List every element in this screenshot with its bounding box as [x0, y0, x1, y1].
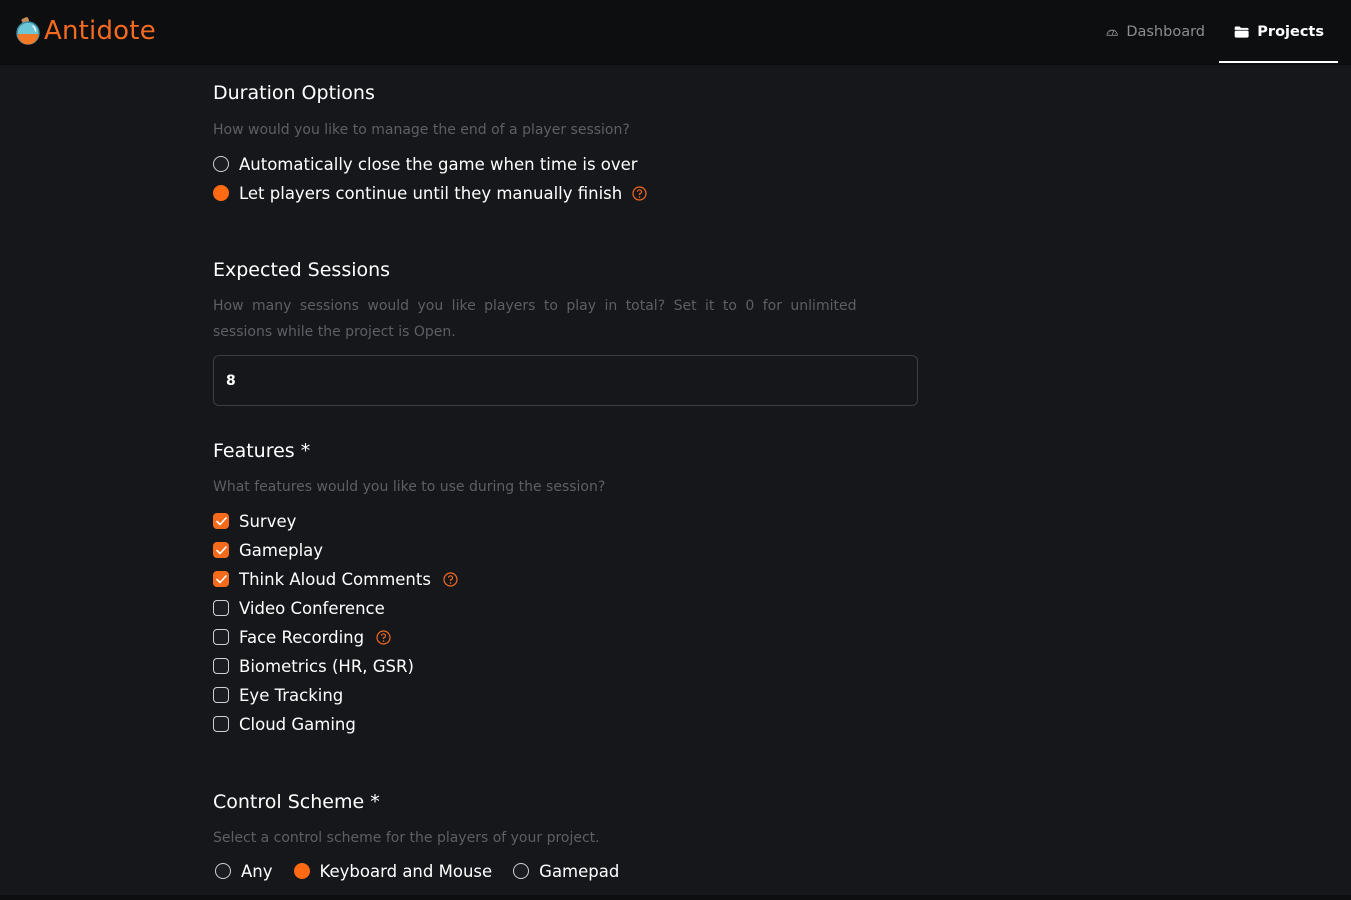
checkbox-checked[interactable] — [213, 571, 229, 587]
checkbox[interactable] — [213, 629, 229, 645]
radio-button-selected[interactable] — [293, 863, 310, 879]
expected-sessions-title: Expected Sessions — [213, 259, 391, 281]
expected-sessions-input[interactable]: 8 — [213, 355, 918, 406]
feature-video-conference[interactable]: Video Conference — [213, 597, 385, 619]
nav-dashboard-label: Dashboard — [1126, 24, 1205, 40]
help-icon[interactable] — [443, 571, 458, 587]
feature-cloud-gaming[interactable]: Cloud Gaming — [213, 713, 356, 735]
radio-button[interactable] — [213, 156, 229, 172]
control-option-any[interactable]: Any — [215, 860, 273, 882]
duration-option-auto-close[interactable]: Automatically close the game when time i… — [213, 153, 638, 175]
feature-eye-tracking[interactable]: Eye Tracking — [213, 684, 343, 706]
feature-survey[interactable]: Survey — [213, 510, 296, 532]
duration-option-manual-finish[interactable]: Let players continue until they manually… — [213, 182, 647, 204]
brand-logo[interactable]: Antidote — [15, 16, 156, 46]
radio-button-selected[interactable] — [213, 185, 229, 201]
feature-label: Biometrics (HR, GSR) — [239, 656, 414, 676]
control-option-keyboard-mouse[interactable]: Keyboard and Mouse — [293, 860, 493, 882]
checkmark-icon — [215, 545, 227, 554]
checkmark-icon — [215, 574, 227, 583]
feature-label: Survey — [239, 511, 297, 531]
features-title: Features * — [213, 440, 311, 462]
radio-button[interactable] — [215, 863, 231, 879]
brand-name: Antidote — [44, 16, 156, 46]
control-option-gamepad[interactable]: Gamepad — [513, 860, 619, 882]
feature-gameplay[interactable]: Gameplay — [213, 539, 323, 561]
expected-sessions-description-line1: How many sessions would you like players… — [213, 298, 857, 314]
checkbox[interactable] — [213, 658, 229, 674]
option-label: Any — [241, 861, 273, 881]
option-label: Automatically close the game when time i… — [239, 154, 638, 174]
duration-options-description: How would you like to manage the end of … — [213, 122, 630, 138]
bottom-edge — [0, 895, 1351, 900]
potion-bottle-icon — [16, 17, 40, 45]
main-nav: Dashboard Projects — [1092, 0, 1338, 65]
features-description: What features would you like to use duri… — [213, 479, 606, 495]
control-scheme-description: Select a control scheme for the players … — [213, 830, 600, 846]
dashboard-gauge-icon — [1106, 29, 1118, 36]
checkbox[interactable] — [213, 716, 229, 732]
duration-options-title: Duration Options — [213, 82, 375, 104]
feature-label: Eye Tracking — [239, 685, 344, 705]
radio-button[interactable] — [513, 863, 530, 879]
feature-label: Think Aloud Comments — [239, 569, 431, 589]
option-label: Gamepad — [539, 861, 620, 881]
checkbox-checked[interactable] — [213, 513, 229, 529]
checkbox[interactable] — [213, 600, 229, 616]
feature-label: Face Recording — [239, 627, 365, 647]
checkbox[interactable] — [213, 687, 229, 703]
feature-face-recording[interactable]: Face Recording — [213, 626, 391, 648]
nav-projects-label: Projects — [1257, 24, 1324, 40]
checkbox-checked[interactable] — [213, 542, 229, 558]
feature-think-aloud-comments[interactable]: Think Aloud Comments — [213, 568, 458, 590]
folder-icon — [1234, 26, 1249, 38]
expected-sessions-description-line2: sessions while the project is Open. — [213, 324, 456, 340]
help-icon[interactable] — [376, 629, 391, 645]
control-scheme-options: Any Keyboard and Mouse Gamepad — [213, 860, 640, 882]
checkmark-icon — [215, 516, 227, 525]
feature-label: Video Conference — [239, 598, 385, 618]
feature-biometrics[interactable]: Biometrics (HR, GSR) — [213, 655, 414, 677]
control-scheme-title: Control Scheme * — [213, 791, 380, 813]
expected-sessions-value: 8 — [226, 372, 236, 389]
help-icon[interactable] — [632, 185, 647, 201]
option-label: Let players continue until they manually… — [239, 183, 623, 203]
nav-projects[interactable]: Projects — [1219, 0, 1338, 64]
feature-label: Gameplay — [239, 540, 324, 560]
option-label: Keyboard and Mouse — [319, 861, 493, 881]
nav-dashboard[interactable]: Dashboard — [1092, 0, 1219, 64]
top-navigation-bar: Antidote Dashboard Projects — [0, 0, 1351, 65]
feature-label: Cloud Gaming — [239, 714, 356, 734]
